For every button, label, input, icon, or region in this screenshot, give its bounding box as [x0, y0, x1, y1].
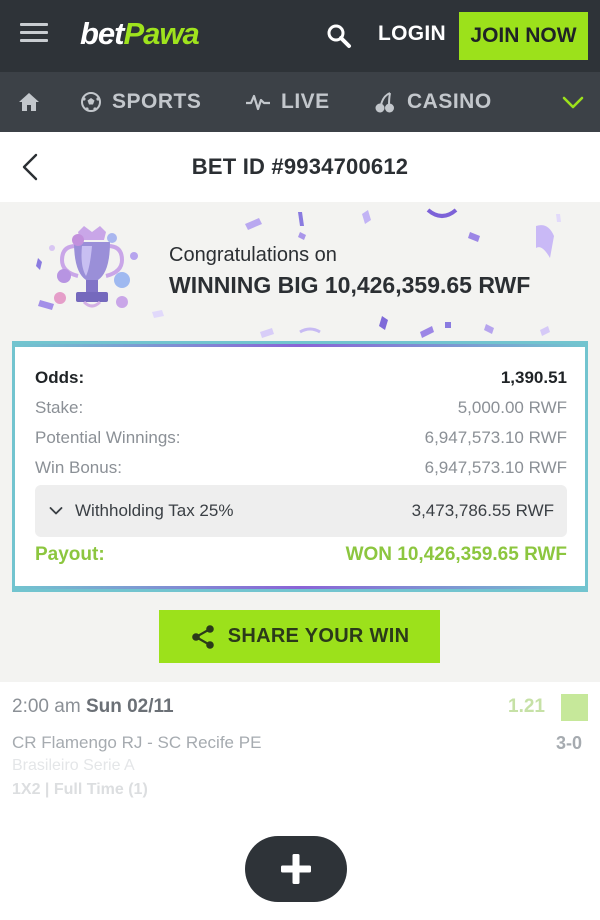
add-button[interactable]	[245, 836, 347, 902]
nav-live[interactable]: LIVE	[245, 72, 330, 132]
odds-value: 1,390.51	[500, 368, 567, 387]
card-bottom-gradient	[15, 586, 585, 589]
stake-label: Stake:	[35, 398, 84, 417]
odds-row: Odds: 1,390.51	[35, 368, 567, 388]
chevron-down-icon	[49, 507, 63, 515]
selection-odds: 1.21	[508, 696, 545, 717]
nav-live-label: LIVE	[281, 90, 330, 113]
main-nav: SPORTS LIVE CASINO	[0, 72, 600, 132]
winning-summary-area: Congratulations on WINNING BIG 10,426,35…	[0, 202, 600, 682]
nav-casino-label: CASINO	[407, 90, 492, 113]
selection-datetime: 2:00 am Sun 02/11	[12, 696, 174, 718]
selection-score: 3-0	[556, 733, 583, 753]
selection-market: 1X2 | Full Time (1)	[12, 781, 148, 798]
nav-sports[interactable]: SPORTS	[80, 72, 201, 132]
odds-label: Odds:	[35, 368, 85, 387]
withholding-tax-toggle[interactable]: Withholding Tax 25% 3,473,786.55 RWF	[35, 485, 567, 537]
selection-match: CR Flamengo RJ - SC Recife PE	[12, 733, 262, 752]
pulse-icon	[246, 94, 270, 111]
stake-row: Stake: 5,000.00 RWF	[35, 398, 567, 418]
join-now-button[interactable]: JOIN NOW	[459, 12, 588, 60]
selection-time: 2:00 am	[12, 696, 81, 717]
bet-selection: 2:00 am Sun 02/11 1.21 CR Flamengo RJ - …	[0, 682, 600, 822]
cherries-icon	[375, 92, 394, 113]
search-icon[interactable]	[325, 22, 353, 50]
stake-value: 5,000.00 RWF	[457, 398, 567, 417]
congrats-text: Congratulations on	[169, 244, 337, 266]
share-icon	[191, 624, 214, 649]
withholding-tax-value: 3,473,786.55 RWF	[411, 501, 554, 520]
selection-league: Brasileiro Serie A	[12, 757, 135, 774]
nav-sports-label: SPORTS	[112, 90, 202, 113]
menu-icon[interactable]	[20, 23, 50, 47]
won-indicator	[561, 694, 588, 721]
login-button[interactable]: LOGIN	[378, 22, 446, 46]
selection-date: Sun 02/11	[85, 696, 174, 717]
nav-casino[interactable]: CASINO	[373, 72, 492, 132]
share-your-win-label: SHARE YOUR WIN	[227, 625, 410, 647]
potential-winnings-row: Potential Winnings: 6,947,573.10 RWF	[35, 428, 567, 448]
home-icon	[19, 93, 39, 111]
payout-value: WON 10,426,359.65 RWF	[345, 544, 567, 565]
betpawa-logo[interactable]: betPawa	[80, 16, 200, 52]
top-header: betPawa LOGIN JOIN NOW	[0, 0, 600, 72]
bet-id-title: BET ID #9934700612	[191, 154, 409, 179]
share-your-win-button[interactable]: SHARE YOUR WIN	[159, 610, 440, 663]
potential-winnings-label: Potential Winnings:	[35, 428, 181, 447]
plus-icon	[281, 854, 311, 884]
trophy-icon	[49, 226, 138, 308]
win-bonus-row: Win Bonus: 6,947,573.10 RWF	[35, 458, 567, 478]
win-bonus-label: Win Bonus:	[35, 458, 122, 477]
soccer-ball-icon	[81, 92, 101, 112]
payout-row: Payout: WON 10,426,359.65 RWF	[35, 544, 567, 566]
bet-title-bar: BET ID #9934700612	[0, 132, 600, 202]
bet-summary-card: Odds: 1,390.51 Stake: 5,000.00 RWF Poten…	[12, 341, 588, 592]
winning-amount-text: WINNING BIG 10,426,359.65 RWF	[169, 272, 531, 298]
withholding-tax-label: Withholding Tax 25%	[75, 501, 234, 520]
card-top-gradient	[15, 344, 585, 347]
win-bonus-value: 6,947,573.10 RWF	[424, 458, 567, 477]
chevron-down-icon[interactable]	[545, 72, 600, 132]
nav-home[interactable]	[18, 72, 50, 132]
potential-winnings-value: 6,947,573.10 RWF	[424, 428, 567, 447]
payout-label: Payout:	[35, 544, 105, 565]
